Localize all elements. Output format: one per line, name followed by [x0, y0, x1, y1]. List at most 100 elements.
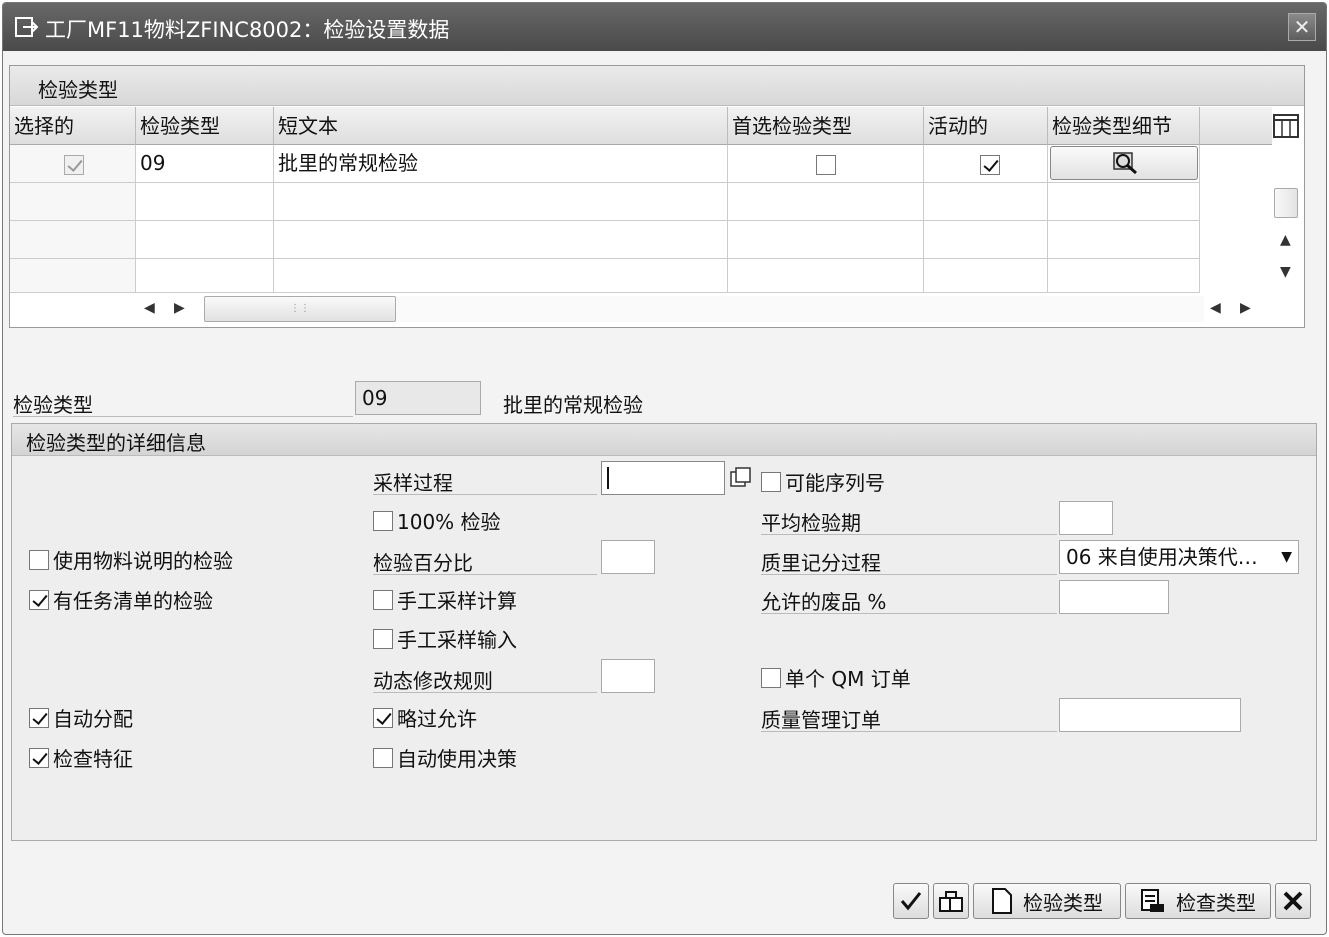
qm-order-input[interactable] [1059, 698, 1241, 732]
checkbox-box[interactable] [29, 589, 49, 610]
checkbox-box[interactable] [761, 667, 781, 688]
label-underline [761, 731, 1057, 732]
empty-cell [728, 221, 924, 259]
task-list-inspection-checkbox[interactable]: 有任务清单的检验 [29, 585, 213, 614]
auto-usage-decision-checkbox[interactable]: 自动使用决策 [373, 743, 517, 772]
window-title: 工厂MF11物料ZFINC8002：检验设置数据 [45, 18, 450, 42]
serial-number-possible-checkbox[interactable]: 可能序列号 [761, 467, 885, 496]
checkbox-box[interactable] [373, 510, 393, 531]
column-header-filler [1200, 107, 1272, 145]
checkbox-box[interactable] [373, 628, 393, 649]
avg-inspection-period-label: 平均检验期 [761, 511, 861, 535]
inspection-type-detail-button[interactable] [1050, 146, 1198, 180]
check-characteristics-checkbox[interactable]: 检查特征 [29, 743, 133, 772]
empty-cell [1048, 259, 1200, 293]
column-header-type[interactable]: 检验类型 [136, 107, 274, 145]
copy-model-button[interactable] [933, 883, 969, 919]
quality-score-procedure-select[interactable]: 06 来自使用决策代… ▼ [1059, 540, 1299, 574]
label-underline [13, 416, 353, 417]
checkbox-label: 检查特征 [53, 747, 133, 771]
select-value: 06 来自使用决策代… [1066, 545, 1258, 569]
avg-inspection-period-input[interactable] [1059, 501, 1113, 535]
horizontal-scrollbar[interactable]: ⋮⋮ [204, 296, 1204, 322]
label-underline [761, 534, 1057, 535]
empty-cell [274, 259, 728, 293]
scroll-left-arrow-icon[interactable]: ◀ [144, 300, 155, 316]
empty-cell [1048, 183, 1200, 221]
scroll-down-arrow-icon[interactable]: ▼ [1280, 264, 1291, 280]
chevron-down-icon[interactable]: ▼ [1281, 541, 1292, 573]
column-header-short-text[interactable]: 短文本 [274, 107, 728, 145]
scroll-up-arrow-icon[interactable]: ▲ [1280, 232, 1291, 248]
inspection-percent-input[interactable] [601, 540, 655, 574]
checkbox-box[interactable] [29, 747, 49, 768]
magnifier-icon [1113, 152, 1137, 175]
sampling-procedure-input[interactable] [601, 461, 725, 495]
scroll-right-arrow-icon[interactable]: ▶ [174, 300, 185, 316]
label-underline [761, 613, 1057, 614]
vertical-scrollbar[interactable]: ▲ ▼ [1272, 144, 1302, 294]
check-type-button[interactable]: 检查类型 [1125, 883, 1271, 919]
new-document-icon [992, 888, 1012, 914]
empty-cell [924, 259, 1048, 293]
summary-type-field: 09 [355, 381, 481, 415]
column-header-selected[interactable]: 选择的 [10, 107, 136, 145]
auto-assign-checkbox[interactable]: 自动分配 [29, 703, 133, 732]
button-label: 检验类型 [1023, 890, 1103, 915]
row-active-checkbox[interactable] [980, 154, 1000, 175]
table-section-title: 检验类型 [10, 66, 1304, 106]
allowed-scrap-input[interactable] [1059, 580, 1169, 614]
details-title-text: 检验类型的详细信息 [26, 431, 206, 455]
inspection-type-table: 检验类型 选择的 检验类型 短文本 首选检验类型 活动的 检验类型细节 09 批… [9, 65, 1305, 328]
summary-type-description: 批里的常规检验 [503, 393, 643, 417]
scroll-right-arrow-icon[interactable]: ▶ [1240, 300, 1251, 316]
dialog-window: 工厂MF11物料ZFINC8002：检验设置数据 ✕ 检验类型 选择的 检验类型… [2, 2, 1327, 935]
confirm-button[interactable] [893, 883, 929, 919]
manual-sample-calc-checkbox[interactable]: 手工采样计算 [373, 585, 517, 614]
copy-model-icon [939, 891, 963, 912]
vertical-scroll-thumb[interactable] [1274, 188, 1298, 218]
allowed-scrap-label: 允许的废品 % [761, 590, 887, 614]
scroll-left-arrow-icon[interactable]: ◀ [1210, 300, 1221, 316]
button-label: 检查类型 [1176, 890, 1256, 915]
checkbox-box[interactable] [373, 589, 393, 610]
checkmark-icon [900, 892, 922, 911]
use-material-spec-checkbox[interactable]: 使用物料说明的检验 [29, 545, 233, 574]
checkbox-box[interactable] [761, 471, 781, 492]
table-row [10, 183, 136, 221]
column-header-active[interactable]: 活动的 [924, 107, 1048, 145]
empty-cell [728, 183, 924, 221]
row-preferred-checkbox[interactable] [816, 154, 836, 175]
manual-sample-entry-checkbox[interactable]: 手工采样输入 [373, 624, 517, 653]
text-cursor [607, 467, 609, 489]
new-inspection-type-button[interactable]: 检验类型 [973, 883, 1121, 919]
label-underline [761, 574, 1057, 575]
column-header-preferred[interactable]: 首选检验类型 [728, 107, 924, 145]
checkbox-label: 自动使用决策 [397, 747, 517, 771]
empty-cell [924, 183, 1048, 221]
cancel-button[interactable] [1275, 883, 1311, 919]
dynamic-mod-rule-input[interactable] [601, 659, 655, 693]
window-menu-icon[interactable] [15, 16, 39, 38]
checkbox-box[interactable] [373, 747, 393, 768]
close-window-button[interactable]: ✕ [1288, 13, 1316, 41]
table-row [10, 145, 136, 183]
checkbox-label: 可能序列号 [785, 471, 885, 495]
inspection-percent-label: 检验百分比 [373, 551, 473, 575]
column-header-detail[interactable]: 检验类型细节 [1048, 107, 1200, 145]
empty-cell [274, 221, 728, 259]
hundred-percent-inspection-checkbox[interactable]: 100% 检验 [373, 506, 501, 535]
checkbox-label: 单个 QM 订单 [785, 667, 911, 691]
row-selected-checkbox [64, 154, 84, 175]
skip-allowed-checkbox[interactable]: 略过允许 [373, 703, 477, 732]
close-icon: ✕ [1293, 15, 1311, 39]
single-qm-order-checkbox[interactable]: 单个 QM 订单 [761, 663, 911, 692]
search-help-icon[interactable] [730, 467, 752, 489]
checkbox-box[interactable] [29, 549, 49, 570]
checkbox-box[interactable] [373, 707, 393, 728]
horizontal-scroll-thumb[interactable]: ⋮⋮ [204, 296, 396, 322]
checkbox-box[interactable] [29, 707, 49, 728]
row-text-cell: 批里的常规检验 [274, 145, 728, 183]
table-settings-icon[interactable] [1273, 114, 1299, 138]
details-section-title: 检验类型的详细信息 [12, 424, 1316, 456]
